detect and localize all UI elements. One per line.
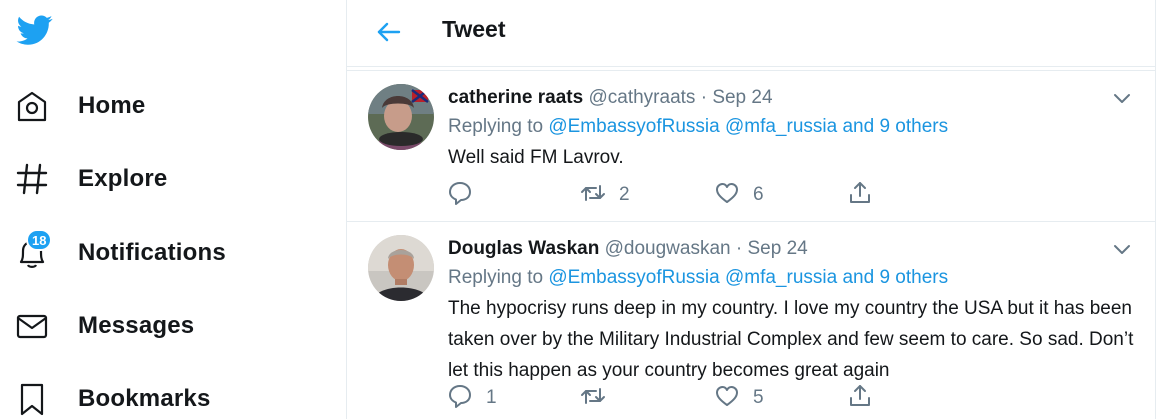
author-handle[interactable]: @dougwaskan [605,238,731,259]
avatar[interactable] [368,84,434,150]
author-handle[interactable]: @cathyraats [588,87,695,108]
separator-dot: · [735,238,743,259]
reply-button[interactable]: 1 [447,384,497,412]
sidebar-item-label: Bookmarks [78,385,211,412]
reply-tweet[interactable]: Douglas Waskan @dougwaskan · Sep 24 Repl… [347,222,1155,419]
author-name[interactable]: Douglas Waskan [448,238,599,259]
share-button[interactable] [847,181,873,209]
mention-link[interactable]: @EmbassyofRussia [548,116,719,137]
hashtag-icon [15,162,49,196]
author-name[interactable]: catherine raats [448,87,583,108]
replying-to-label: Replying to [448,116,544,137]
others-link[interactable]: and 9 others [842,267,948,288]
sidebar-item-notifications[interactable]: 18 Notifications [15,228,226,278]
reply-tweet[interactable]: catherine raats @cathyraats · Sep 24 Rep… [347,71,1155,222]
others-link[interactable]: and 9 others [842,116,948,137]
tweet-actions: 2 6 [447,181,907,209]
retweet-count: 2 [619,184,630,205]
sidebar-item-bookmarks[interactable]: Bookmarks [15,374,211,419]
like-count: 6 [753,184,764,205]
sidebar-item-home[interactable]: Home [15,81,145,131]
share-icon [847,180,873,211]
twitter-page: Home Explore 18 Notifications Messages B… [0,0,1158,419]
reply-icon [447,180,473,211]
heart-icon [714,180,740,211]
tweet-header: Douglas Waskan @dougwaskan · Sep 24 [448,237,808,261]
sidebar-item-label: Notifications [78,239,226,266]
heart-icon [714,383,740,414]
share-icon [847,383,873,414]
chevron-down-icon[interactable] [1111,238,1133,260]
reply-button[interactable] [447,181,486,209]
bell-icon: 18 [15,229,53,270]
like-button[interactable]: 6 [714,181,764,209]
reply-icon [447,383,473,414]
retweet-icon [580,383,606,414]
like-button[interactable]: 5 [714,384,764,412]
replying-to-line: Replying to @EmbassyofRussia @mfa_russia… [448,115,948,139]
back-arrow-icon[interactable] [375,18,403,46]
sidebar-item-label: Explore [78,165,168,192]
mention-link[interactable]: @mfa_russia [725,116,837,137]
mention-link[interactable]: @EmbassyofRussia [548,267,719,288]
tweet-actions: 1 5 [447,384,907,412]
home-icon [15,89,49,123]
tweet-detail-column: Tweet catherine raats @cathyraats · Sep … [346,0,1156,419]
tweet-text: Well said FM Lavrov. [448,147,624,168]
share-button[interactable] [847,384,873,412]
sidebar-item-messages[interactable]: Messages [15,301,194,351]
notification-count-badge: 18 [26,229,53,251]
like-count: 5 [753,387,764,408]
tweet-date[interactable]: Sep 24 [748,238,808,259]
sidebar-item-label: Home [78,92,146,119]
twitter-bird-icon[interactable] [15,12,55,48]
sidebar-item-label: Messages [78,312,195,339]
mention-link[interactable]: @mfa_russia [725,267,837,288]
avatar[interactable] [368,235,434,301]
replying-to-line: Replying to @EmbassyofRussia @mfa_russia… [448,266,948,290]
bookmark-icon [15,382,49,416]
tweet-date[interactable]: Sep 24 [712,87,772,108]
tweet-text: The hypocrisy runs deep in my country. I… [448,298,1134,381]
envelope-icon [15,309,49,343]
tweet-header: catherine raats @cathyraats · Sep 24 [448,86,773,110]
separator-dot: · [700,87,708,108]
reply-count: 1 [486,387,497,408]
retweet-button[interactable] [580,384,619,412]
retweet-button[interactable]: 2 [580,181,630,209]
sidebar-nav: Home Explore 18 Notifications Messages B… [0,0,346,419]
sidebar-item-explore[interactable]: Explore [15,154,167,204]
page-header: Tweet [347,0,1155,67]
retweet-icon [580,180,606,211]
chevron-down-icon[interactable] [1111,87,1133,109]
page-title: Tweet [442,16,506,42]
replying-to-label: Replying to [448,267,544,288]
